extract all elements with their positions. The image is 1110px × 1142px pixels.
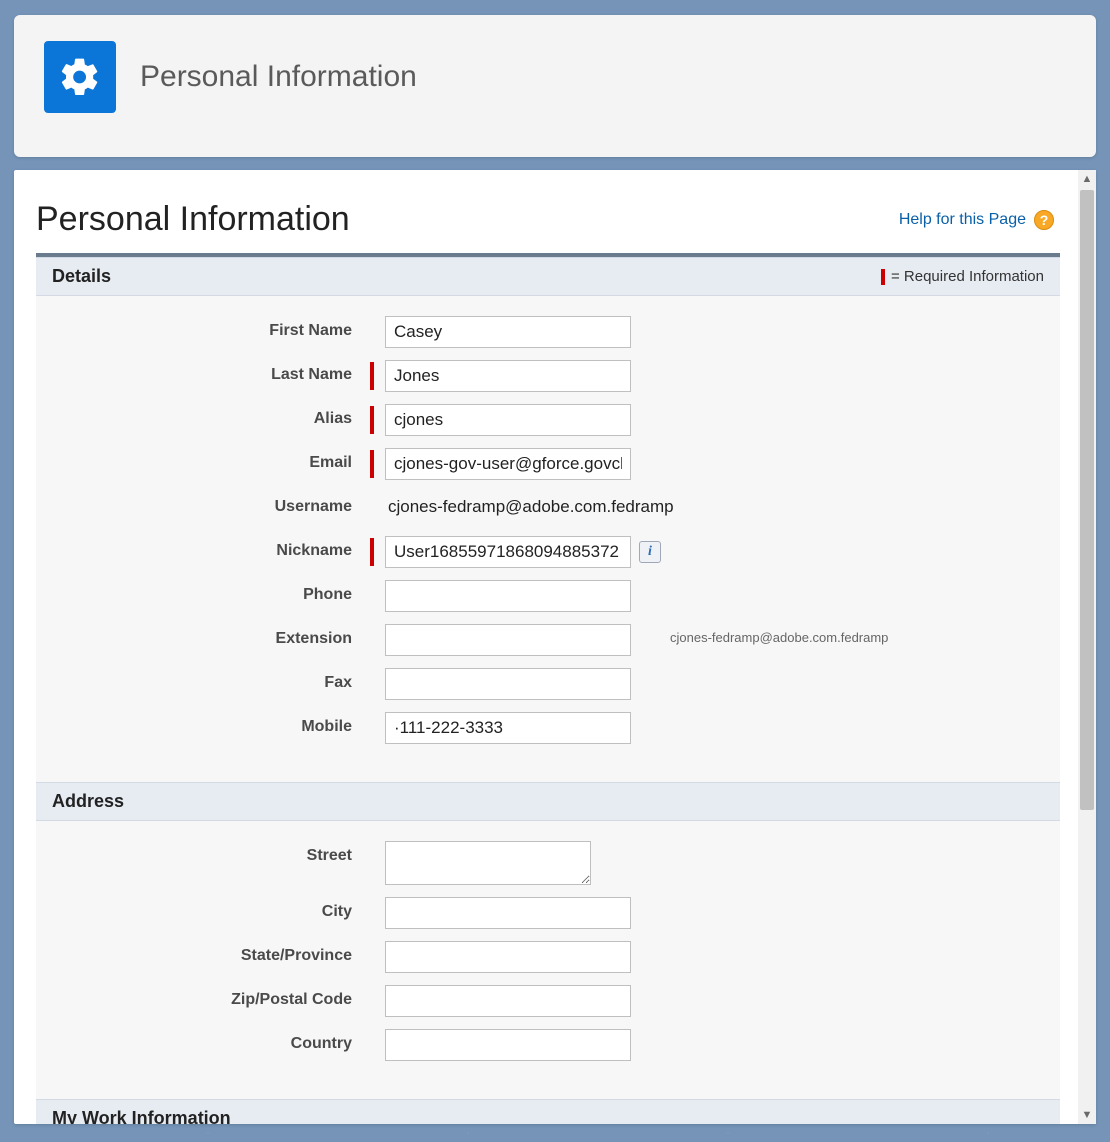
label-city: City bbox=[52, 897, 370, 921]
street-field[interactable] bbox=[385, 841, 591, 885]
city-field[interactable] bbox=[385, 897, 631, 929]
state-province-field[interactable] bbox=[385, 941, 631, 973]
section-header-address: Address bbox=[36, 782, 1060, 821]
alias-field[interactable] bbox=[385, 404, 631, 436]
label-phone: Phone bbox=[52, 580, 370, 604]
label-street: Street bbox=[52, 841, 370, 865]
page-header-card: Personal Information bbox=[14, 15, 1096, 157]
label-email: Email bbox=[52, 448, 370, 472]
label-state: State/Province bbox=[52, 941, 370, 965]
page-title: Personal Information bbox=[36, 200, 350, 239]
label-country: Country bbox=[52, 1029, 370, 1053]
label-first-name: First Name bbox=[52, 316, 370, 340]
required-legend-text: = Required Information bbox=[891, 268, 1044, 285]
scroll-down-arrow-icon[interactable]: ▼ bbox=[1078, 1106, 1096, 1124]
help-icon[interactable]: ? bbox=[1034, 210, 1054, 230]
first-name-field[interactable] bbox=[385, 316, 631, 348]
label-alias: Alias bbox=[52, 404, 370, 428]
section-header-details: Details = Required Information bbox=[36, 257, 1060, 296]
help-for-this-page-link[interactable]: Help for this Page bbox=[899, 211, 1026, 229]
required-indicator-icon bbox=[370, 406, 374, 434]
nickname-field[interactable] bbox=[385, 536, 631, 568]
zip-postal-code-field[interactable] bbox=[385, 985, 631, 1017]
section-title-details: Details bbox=[52, 266, 111, 287]
extension-side-note: cjones-fedramp@adobe.com.fedramp bbox=[670, 630, 888, 645]
scroll-up-arrow-icon[interactable]: ▲ bbox=[1078, 170, 1096, 188]
section-title-work: My Work Information bbox=[52, 1108, 231, 1124]
section-title-address: Address bbox=[52, 791, 124, 812]
info-icon[interactable]: i bbox=[639, 541, 661, 563]
last-name-field[interactable] bbox=[385, 360, 631, 392]
fax-field[interactable] bbox=[385, 668, 631, 700]
required-indicator-icon bbox=[370, 362, 374, 390]
required-indicator-icon bbox=[881, 269, 885, 285]
gear-icon bbox=[44, 41, 116, 113]
label-fax: Fax bbox=[52, 668, 370, 692]
username-value: cjones-fedramp@adobe.com.fedramp bbox=[385, 492, 674, 517]
vertical-scrollbar[interactable]: ▲ ▼ bbox=[1078, 170, 1096, 1124]
country-field[interactable] bbox=[385, 1029, 631, 1061]
required-legend: = Required Information bbox=[881, 268, 1044, 285]
email-field[interactable] bbox=[385, 448, 631, 480]
label-zip: Zip/Postal Code bbox=[52, 985, 370, 1009]
label-last-name: Last Name bbox=[52, 360, 370, 384]
section-header-work: My Work Information bbox=[36, 1099, 1060, 1124]
header-title: Personal Information bbox=[140, 60, 417, 94]
phone-field[interactable] bbox=[385, 580, 631, 612]
label-extension: Extension bbox=[52, 624, 370, 648]
label-username: Username bbox=[52, 492, 370, 516]
label-mobile: Mobile bbox=[52, 712, 370, 736]
scrollbar-thumb[interactable] bbox=[1080, 190, 1094, 810]
extension-field[interactable] bbox=[385, 624, 631, 656]
label-nickname: Nickname bbox=[52, 536, 370, 560]
required-indicator-icon bbox=[370, 450, 374, 478]
required-indicator-icon bbox=[370, 538, 374, 566]
mobile-field[interactable] bbox=[385, 712, 631, 744]
scrollbar-track[interactable] bbox=[1078, 188, 1096, 1106]
content-panel: Personal Information Help for this Page … bbox=[14, 170, 1096, 1124]
